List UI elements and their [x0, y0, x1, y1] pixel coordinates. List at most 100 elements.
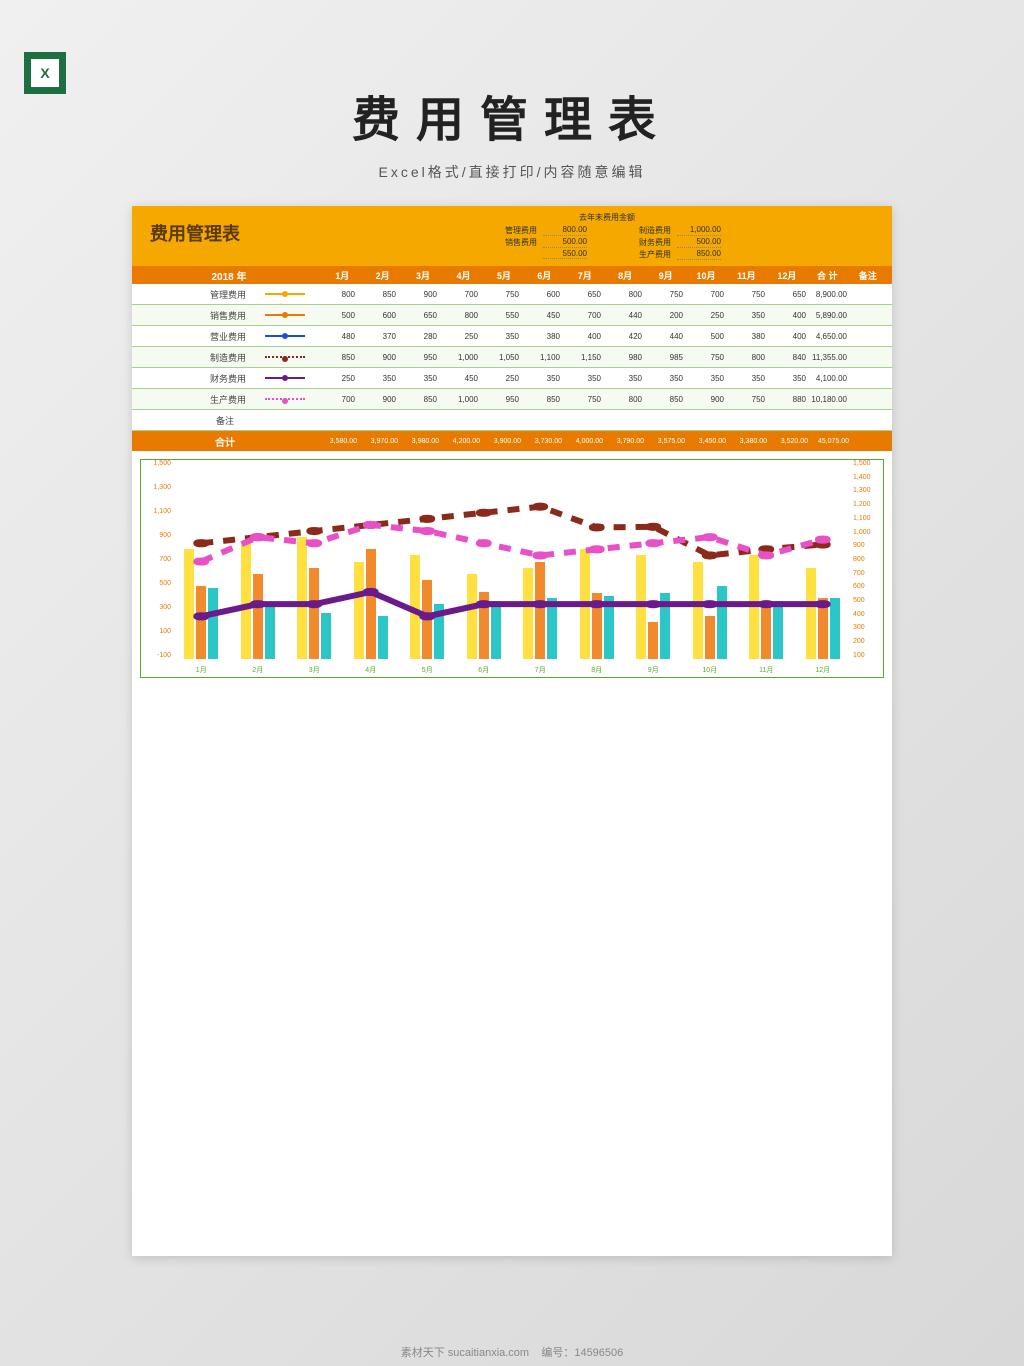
- cell: 250: [441, 332, 482, 341]
- month-header: 12月: [767, 269, 807, 282]
- cell: 985: [646, 353, 687, 362]
- sheet-title: 费用管理表: [140, 212, 330, 246]
- x-axis: 1月2月3月4月5月6月7月8月9月10月11月12月: [173, 665, 851, 675]
- row-name: 制造费用: [132, 351, 252, 364]
- total-label: 合计: [132, 434, 318, 449]
- cell: 900: [687, 395, 728, 404]
- cell: 370: [359, 332, 400, 341]
- last-year-block: 去年末费用金额 管理费用800.00销售费用500.00550.00 制造费用1…: [330, 212, 884, 260]
- month-header: 合 计: [807, 269, 847, 282]
- bar: [773, 601, 783, 660]
- cell: 980: [605, 353, 646, 362]
- table-row: 营业费用480370280250350380400420440500380400…: [132, 326, 892, 347]
- cell: 450: [441, 374, 482, 383]
- cell: 800: [605, 395, 646, 404]
- cell: 950: [482, 395, 523, 404]
- ly-label: 销售费用: [493, 237, 537, 248]
- cell: 750: [728, 395, 769, 404]
- cell: 650: [564, 290, 605, 299]
- cell: 850: [400, 395, 441, 404]
- remark-label: 备注: [132, 414, 318, 427]
- cell: 850: [318, 353, 359, 362]
- cell: 750: [482, 290, 523, 299]
- bar: [749, 555, 759, 659]
- cell: 280: [400, 332, 441, 341]
- footer: 素材天下 sucaitianxia.com 编号：14596506: [0, 1344, 1024, 1360]
- month-header: 5月: [484, 269, 524, 282]
- month-header: 4月: [443, 269, 483, 282]
- bar: [648, 622, 658, 659]
- footer-site: 素材天下 sucaitianxia.com: [401, 1347, 529, 1359]
- cell: 750: [728, 290, 769, 299]
- cell: 200: [646, 311, 687, 320]
- total-cell: 3,575.00: [646, 438, 687, 445]
- legend-mark: [252, 293, 318, 295]
- legend-mark: [252, 314, 318, 316]
- cell: 350: [605, 374, 646, 383]
- total-cell: 3,730.00: [523, 438, 564, 445]
- month-header: 1月: [322, 269, 362, 282]
- cell: 420: [605, 332, 646, 341]
- ly-value: 550.00: [543, 249, 587, 259]
- cell: 700: [687, 290, 728, 299]
- y-axis-right: 1,5001,4001,3001,2001,1001,0009008007006…: [853, 460, 881, 659]
- month-header: 10月: [686, 269, 726, 282]
- cell: 5,890.00: [810, 311, 851, 320]
- cell: 4,100.00: [810, 374, 851, 383]
- cell: 350: [728, 311, 769, 320]
- bar: [434, 604, 444, 659]
- template-page: 费用管理表 去年末费用金额 管理费用800.00销售费用500.00550.00…: [132, 206, 892, 1256]
- month-header: 6月: [524, 269, 564, 282]
- data-rows: 管理费用800850900700750600650800750700750650…: [132, 284, 892, 410]
- ly-value: 850.00: [677, 249, 721, 260]
- footer-id: 14596506: [574, 1347, 623, 1359]
- bar: [705, 616, 715, 659]
- cell: 500: [687, 332, 728, 341]
- cell: 350: [523, 374, 564, 383]
- month-header: 8月: [605, 269, 645, 282]
- bar: [241, 543, 251, 659]
- cell: 850: [359, 290, 400, 299]
- header-band: 费用管理表 去年末费用金额 管理费用800.00销售费用500.00550.00…: [132, 206, 892, 266]
- cell: [851, 311, 892, 320]
- cell: 1,150: [564, 353, 605, 362]
- bar: [378, 616, 388, 659]
- month-header: 3月: [403, 269, 443, 282]
- cell: 880: [769, 395, 810, 404]
- bar: [184, 549, 194, 659]
- cell: [851, 353, 892, 362]
- cell: 550: [482, 311, 523, 320]
- bar: [366, 549, 376, 659]
- footer-id-label: 编号：: [541, 1347, 574, 1359]
- cell: 4,650.00: [810, 332, 851, 341]
- cell: 900: [359, 395, 400, 404]
- table-row: 制造费用8509009501,0001,0501,1001,1509809857…: [132, 347, 892, 368]
- cell: 700: [318, 395, 359, 404]
- column-header-bar: 2018 年 1月2月3月4月5月6月7月8月9月10月11月12月合 计备注: [132, 266, 892, 284]
- cell: 700: [564, 311, 605, 320]
- row-name: 财务费用: [132, 372, 252, 385]
- cell: 400: [769, 311, 810, 320]
- cell: 650: [400, 311, 441, 320]
- ly-label: [493, 249, 537, 259]
- cell: 500: [318, 311, 359, 320]
- bar: [410, 555, 420, 659]
- month-header: 9月: [645, 269, 685, 282]
- legend-mark: [252, 377, 318, 379]
- ly-value: 800.00: [543, 225, 587, 236]
- total-row: 合计 3,580.003,970.003,980.004,200.003,900…: [132, 431, 892, 451]
- legend-mark: [252, 356, 318, 358]
- page-title: 费用管理表: [0, 80, 1024, 150]
- total-cell: [851, 438, 892, 445]
- bar: [523, 568, 533, 659]
- total-cell: 3,450.00: [687, 438, 728, 445]
- cell: 900: [359, 353, 400, 362]
- ly-value: 500.00: [543, 237, 587, 248]
- bar: [196, 586, 206, 659]
- cell: 800: [605, 290, 646, 299]
- bar: [660, 593, 670, 659]
- bar: [636, 555, 646, 659]
- excel-icon-text: X: [31, 59, 59, 87]
- bar: [592, 593, 602, 659]
- table-row: 销售费用500600650800550450700440200250350400…: [132, 305, 892, 326]
